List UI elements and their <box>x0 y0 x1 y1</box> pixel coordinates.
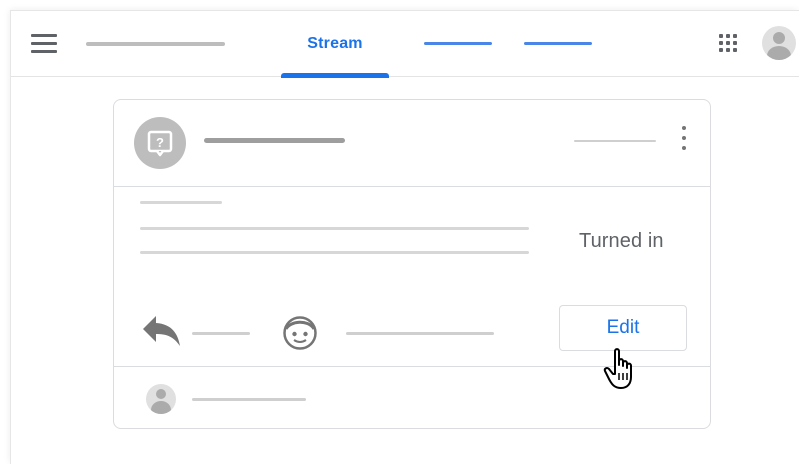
class-name-placeholder[interactable] <box>86 42 225 46</box>
more-vert-icon[interactable] <box>676 124 692 152</box>
posted-date-placeholder <box>574 140 656 142</box>
tab-stream-label: Stream <box>307 35 363 52</box>
tab-people[interactable] <box>524 11 594 77</box>
card-footer <box>114 368 710 430</box>
active-tab-indicator <box>281 73 389 78</box>
top-app-bar: Stream <box>11 11 799 78</box>
tab-classwork-label-placeholder <box>424 42 492 45</box>
menu-icon[interactable] <box>31 34 57 54</box>
assignment-card: ? Turned in Edit <box>113 99 711 429</box>
svg-text:?: ? <box>156 135 164 150</box>
tab-classwork[interactable] <box>424 11 494 77</box>
apps-grid-icon[interactable] <box>719 34 739 54</box>
tab-people-label-placeholder <box>524 42 592 45</box>
commenter-avatar <box>146 384 176 414</box>
question-text-line-2 <box>140 251 529 254</box>
question-text-line-1 <box>140 227 529 230</box>
reply-icon[interactable] <box>142 314 182 353</box>
assignment-title-placeholder[interactable] <box>204 138 345 143</box>
reply-label-placeholder <box>192 332 250 335</box>
class-comment-placeholder[interactable] <box>192 398 306 401</box>
status-label: Turned in <box>579 230 664 252</box>
question-label-placeholder <box>140 201 222 204</box>
card-header: ? <box>114 100 710 187</box>
account-avatar-icon[interactable] <box>762 26 796 60</box>
card-body: Turned in Edit <box>114 187 710 389</box>
classroom-window: Stream ? Turned in Edit <box>10 10 799 464</box>
question-answer-icon: ? <box>134 117 186 169</box>
edit-button[interactable]: Edit <box>559 305 687 351</box>
emoji-label-placeholder <box>346 332 494 335</box>
tab-stream[interactable]: Stream <box>281 11 389 78</box>
emoji-icon[interactable] <box>282 315 318 356</box>
